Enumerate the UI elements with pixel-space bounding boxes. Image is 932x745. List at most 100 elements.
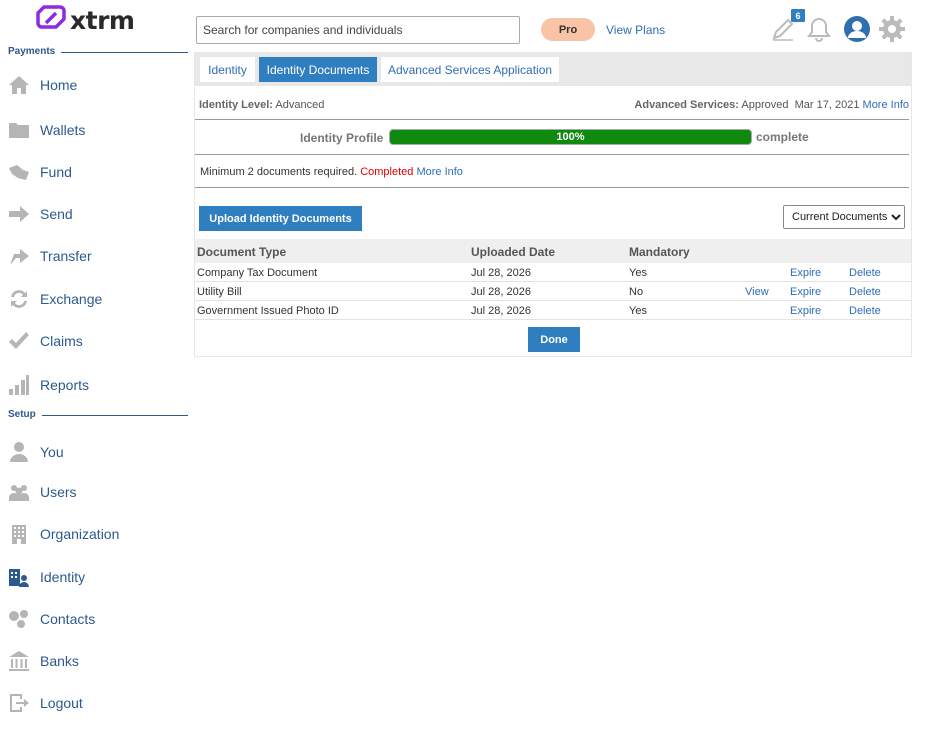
exchange-icon	[8, 288, 30, 310]
delete-link[interactable]: Delete	[849, 305, 881, 317]
advanced-services-date: Mar 17, 2021	[794, 99, 860, 111]
column-header-mandatory: Mandatory	[629, 245, 690, 259]
complete-label: complete	[756, 130, 809, 144]
min-docs-more-info-link[interactable]: More Info	[416, 166, 462, 178]
sidebar-item-send[interactable]: Send	[8, 199, 73, 229]
sidebar-item-users[interactable]: Users	[8, 477, 77, 507]
identity-profile-progress-bar: 100%	[389, 129, 752, 145]
sidebar-item-reports[interactable]: Reports	[8, 370, 89, 400]
home-icon	[8, 74, 30, 96]
done-button[interactable]: Done	[528, 327, 580, 352]
section-payments: Payments	[8, 46, 188, 57]
fund-icon	[8, 161, 30, 183]
arrow-right-icon	[8, 203, 30, 225]
pro-plan-badge[interactable]: Pro	[541, 18, 595, 41]
contacts-icon	[8, 608, 30, 630]
sidebar-item-label: Home	[40, 77, 78, 93]
expire-link[interactable]: Expire	[790, 267, 821, 279]
sidebar-item-claims[interactable]: Claims	[8, 326, 83, 356]
uploaded-date-cell: Jul 28, 2026	[471, 286, 531, 298]
sidebar-item-identity[interactable]: Identity	[8, 562, 85, 592]
bar-chart-icon	[8, 374, 30, 396]
view-plans-link[interactable]: View Plans	[606, 23, 665, 37]
tab-bar: Identity Identity Documents Advanced Ser…	[195, 53, 911, 86]
tab-advanced-services-application[interactable]: Advanced Services Application	[381, 57, 559, 82]
divider	[195, 119, 909, 120]
search-input[interactable]	[196, 16, 520, 44]
bank-icon	[8, 650, 30, 672]
gear-icon[interactable]	[877, 14, 907, 44]
sidebar-item-home[interactable]: Home	[8, 70, 77, 100]
section-label: Payments	[8, 46, 56, 57]
xtrm-logo-icon	[36, 5, 66, 29]
table-row: Company Tax Document Jul 28, 2026 Yes Ex…	[195, 263, 911, 282]
document-type-cell: Utility Bill	[197, 286, 242, 298]
documents-filter-select[interactable]: Current Documents	[783, 205, 905, 229]
sidebar-item-banks[interactable]: Banks	[8, 646, 79, 676]
divider	[195, 187, 909, 188]
tab-identity-documents[interactable]: Identity Documents	[259, 57, 377, 82]
sidebar-item-you[interactable]: You	[8, 437, 64, 467]
sidebar-item-label: Banks	[40, 653, 79, 669]
advanced-services-label: Advanced Services:	[634, 99, 739, 111]
minimum-documents-note: Minimum 2 documents required. Completed …	[200, 166, 463, 178]
table-row: Government Issued Photo ID Jul 28, 2026 …	[195, 301, 911, 320]
identity-info-row: Identity Level: Advanced Advanced Servic…	[199, 99, 909, 111]
view-link[interactable]: View	[745, 286, 769, 298]
section-label: Setup	[8, 409, 36, 420]
delete-link[interactable]: Delete	[849, 267, 881, 279]
expire-link[interactable]: Expire	[790, 286, 821, 298]
min-docs-text: Minimum 2 documents required.	[200, 166, 358, 178]
sidebar-item-fund[interactable]: Fund	[8, 157, 72, 187]
identity-level-label: Identity Level:	[199, 99, 273, 111]
sidebar-item-transfer[interactable]: Transfer	[8, 241, 92, 271]
sidebar-item-exchange[interactable]: Exchange	[8, 284, 102, 314]
sidebar-item-label: Reports	[40, 377, 90, 393]
document-type-cell: Government Issued Photo ID	[197, 305, 339, 317]
progress-percent-text: 100%	[556, 131, 585, 143]
upload-identity-documents-button[interactable]: Upload Identity Documents	[199, 206, 362, 231]
logout-icon	[8, 692, 30, 714]
sidebar-item-label: Fund	[40, 164, 72, 180]
min-docs-status: Completed	[360, 166, 414, 178]
tab-identity[interactable]: Identity	[200, 57, 255, 82]
document-type-cell: Company Tax Document	[197, 267, 318, 279]
divider	[195, 154, 909, 155]
xtrm-logo[interactable]: xtrm	[36, 4, 135, 36]
sidebar-item-label: Users	[40, 484, 77, 500]
sidebar-item-label: Send	[40, 206, 73, 222]
advanced-services-status: Approved	[741, 99, 789, 111]
sidebar-item-label: Wallets	[40, 122, 86, 138]
sidebar-item-label: Identity	[40, 569, 86, 585]
mandatory-cell: Yes	[629, 267, 647, 279]
identity-profile-label: Identity Profile	[300, 131, 384, 145]
sidebar-item-logout[interactable]: Logout	[8, 688, 83, 718]
uploaded-date-cell: Jul 28, 2026	[471, 267, 531, 279]
more-info-link[interactable]: More Info	[863, 99, 909, 111]
building-icon	[8, 523, 30, 545]
sidebar-item-label: Logout	[40, 695, 83, 711]
uploaded-date-cell: Jul 28, 2026	[471, 305, 531, 317]
transfer-icon	[8, 245, 30, 267]
delete-link[interactable]: Delete	[849, 286, 881, 298]
user-avatar-icon[interactable]	[842, 14, 872, 44]
table-row: Utility Bill Jul 28, 2026 No View Expire…	[195, 282, 911, 301]
bell-icon[interactable]	[804, 14, 834, 44]
advanced-services-info: Advanced Services: Approved Mar 17, 2021…	[634, 99, 909, 111]
identity-level-value: Advanced	[275, 99, 325, 111]
sidebar-item-organization[interactable]: Organization	[8, 519, 119, 549]
notification-count-badge: 6	[791, 9, 805, 22]
users-icon	[8, 481, 30, 503]
identity-documents-panel: Identity Identity Documents Advanced Ser…	[194, 52, 912, 357]
sidebar-item-wallets[interactable]: Wallets	[8, 115, 85, 145]
logo-text: xtrm	[70, 5, 135, 35]
sidebar-item-label: You	[40, 444, 64, 460]
column-header-uploaded-date: Uploaded Date	[471, 245, 556, 259]
sidebar-item-contacts[interactable]: Contacts	[8, 604, 95, 634]
sidebar-item-label: Transfer	[40, 248, 92, 264]
sidebar-item-label: Exchange	[40, 291, 103, 307]
expire-link[interactable]: Expire	[790, 305, 821, 317]
folder-icon	[8, 119, 30, 141]
mandatory-cell: No	[629, 286, 644, 298]
section-setup: Setup	[8, 409, 188, 420]
